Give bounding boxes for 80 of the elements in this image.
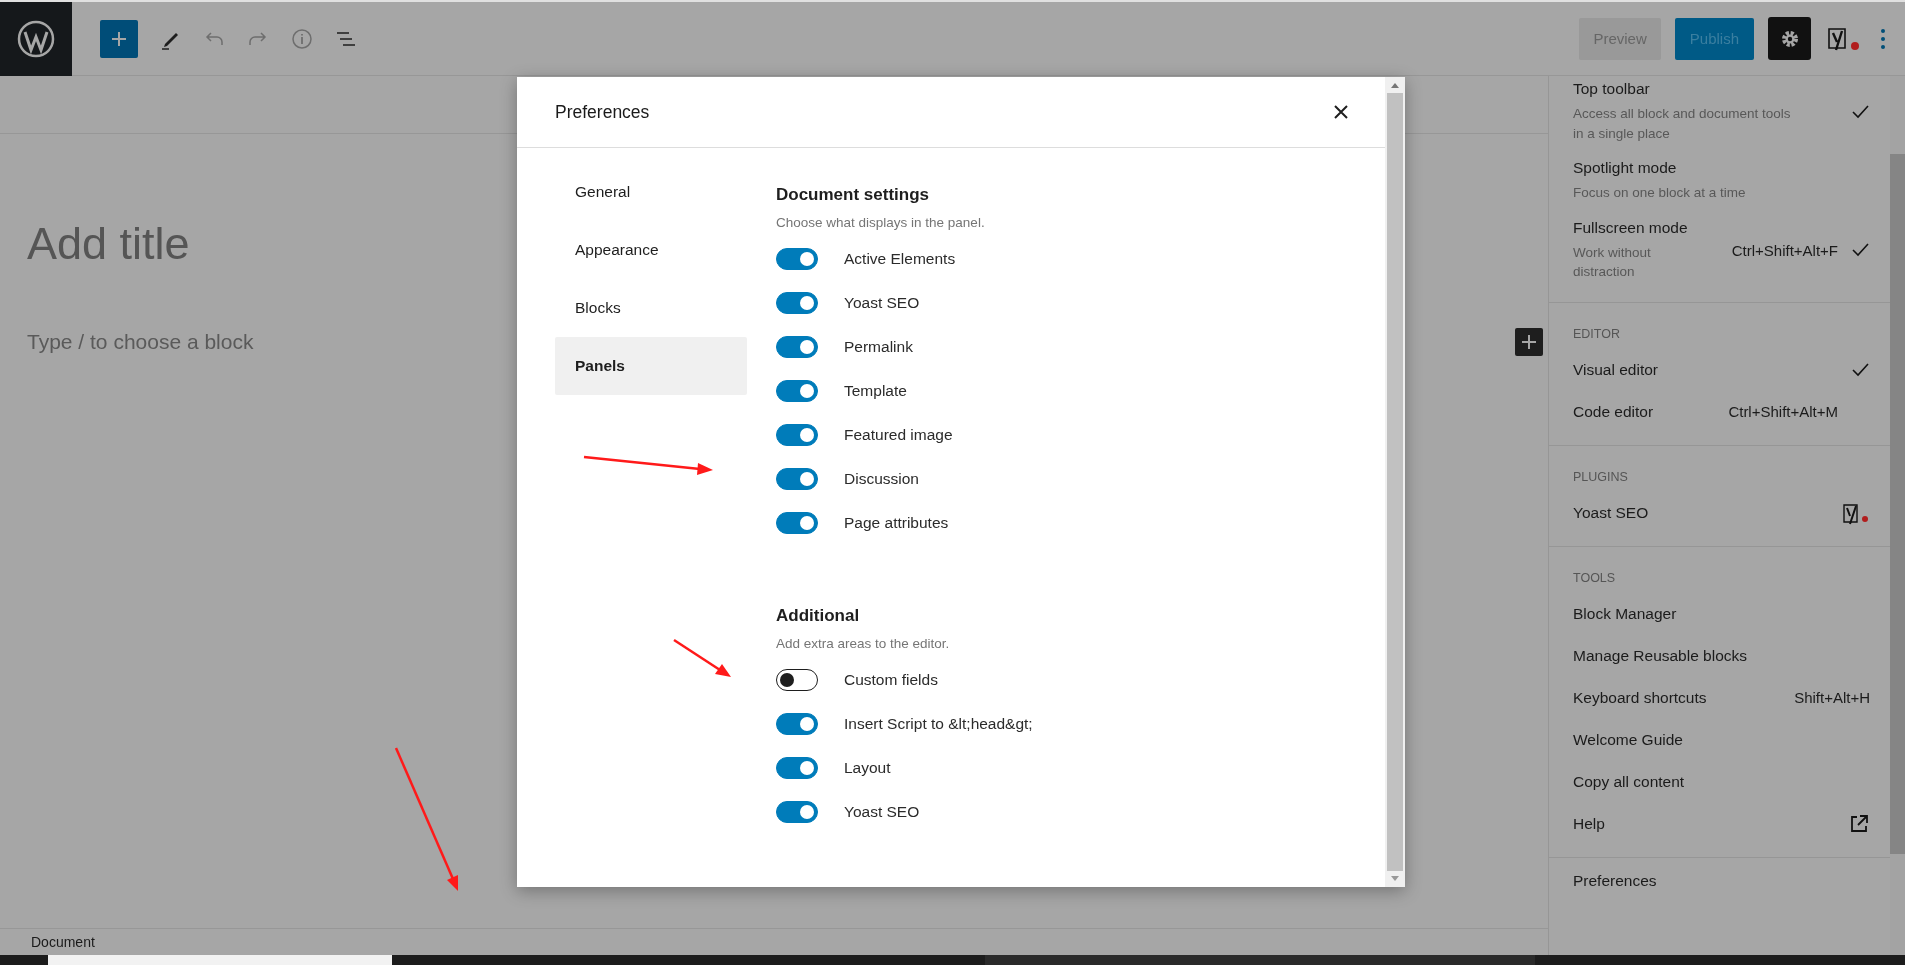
menu-item[interactable]: Block Manager bbox=[1549, 592, 1890, 635]
shortcut-text: Ctrl+Shift+Alt+M bbox=[1728, 403, 1838, 421]
menu-item-label: Preferences bbox=[1573, 871, 1658, 890]
toggle-switch[interactable] bbox=[776, 713, 818, 735]
menu-section-heading: PLUGINS bbox=[1572, 468, 1629, 486]
shortcut-text: Ctrl+Shift+Alt+F bbox=[1731, 241, 1838, 259]
option-label: Yoast SEO bbox=[844, 803, 920, 821]
menu-item[interactable]: Welcome Guide bbox=[1549, 718, 1890, 761]
menu-item-label: Visual editor bbox=[1573, 360, 1659, 379]
add-block-button[interactable] bbox=[100, 19, 138, 58]
plus-icon bbox=[110, 29, 128, 48]
option-label: Discussion bbox=[844, 470, 919, 488]
close-icon bbox=[1333, 104, 1349, 120]
breadcrumb[interactable]: Document bbox=[31, 934, 95, 950]
menu-section-heading: TOOLS bbox=[1572, 569, 1617, 587]
nav-tab[interactable]: Panels bbox=[555, 337, 747, 395]
option-label: Custom fields bbox=[844, 671, 938, 689]
plus-icon bbox=[1521, 334, 1537, 350]
scroll-down-icon[interactable] bbox=[1390, 875, 1400, 883]
section-description: Choose what displays in the panel. bbox=[776, 215, 986, 230]
menu-item-label: Help bbox=[1573, 814, 1606, 833]
section-title: Additional bbox=[776, 606, 861, 626]
menu-item-label: Top toolbar bbox=[1573, 80, 1651, 98]
scrollbar[interactable] bbox=[1385, 77, 1405, 887]
menu-item-label: Copy all content bbox=[1573, 772, 1686, 791]
menu-section-heading: EDITOR bbox=[1572, 325, 1621, 343]
option-label: Yoast SEO bbox=[844, 294, 920, 312]
menu-item-description: Focus on one block at a time bbox=[1573, 184, 1747, 203]
section-title: Document settings bbox=[776, 185, 931, 205]
toggle-switch[interactable] bbox=[776, 468, 818, 490]
menu-item-description: Access all block and document tools in a single place bbox=[1573, 105, 1792, 143]
nav-tab[interactable]: General bbox=[555, 163, 747, 221]
toggle-switch[interactable] bbox=[776, 669, 818, 691]
option-label: Permalink bbox=[844, 338, 913, 356]
option-label: Insert Script to &lt;head&gt; bbox=[844, 715, 1033, 733]
toggle-switch[interactable] bbox=[776, 424, 818, 446]
option-label: Featured image bbox=[844, 426, 953, 444]
external-link-icon bbox=[1848, 812, 1870, 835]
dialog-title: Preferences bbox=[555, 101, 650, 123]
option-label: Layout bbox=[844, 759, 891, 777]
settings-button[interactable] bbox=[1768, 17, 1811, 60]
option-label: Template bbox=[844, 382, 907, 400]
menu-item-label: Welcome Guide bbox=[1573, 730, 1684, 749]
logo-icon bbox=[16, 18, 56, 59]
scroll-up-icon[interactable] bbox=[1390, 81, 1400, 89]
menu-item[interactable]: Visual editor bbox=[1549, 348, 1890, 391]
nav-tab[interactable]: Blocks bbox=[555, 279, 747, 337]
menu-item[interactable]: Code editor Ctrl+Shift+Alt+M bbox=[1549, 390, 1890, 433]
menu-item[interactable]: Manage Reusable blocks bbox=[1549, 634, 1890, 677]
shortcut-text: Shift+Alt+H bbox=[1794, 689, 1870, 707]
menu-item[interactable]: Yoast SEO bbox=[1549, 491, 1890, 534]
wordpress-logo[interactable] bbox=[0, 1, 72, 76]
toggle-switch[interactable] bbox=[776, 512, 818, 534]
toggle-switch[interactable] bbox=[776, 336, 818, 358]
menu-item[interactable]: Top toolbar Access all block and document tools in a single place bbox=[1549, 72, 1890, 152]
menu-item[interactable]: Copy all content bbox=[1549, 760, 1890, 803]
option-label: Active Elements bbox=[844, 250, 956, 268]
menu-item[interactable]: Help bbox=[1549, 802, 1890, 845]
menu-item-label: Keyboard shortcuts bbox=[1573, 688, 1708, 707]
nav-tab[interactable]: Appearance bbox=[555, 221, 747, 279]
menu-item[interactable]: Spotlight mode Focus on one block at a time bbox=[1549, 151, 1890, 211]
menu-item-label: Yoast SEO bbox=[1573, 503, 1650, 522]
add-block-button[interactable] bbox=[1515, 328, 1543, 356]
menu-item[interactable]: Fullscreen mode Work without distraction Ctrl+Shift+Alt+F bbox=[1549, 210, 1890, 290]
annotation-arrow bbox=[673, 638, 731, 677]
option-label: Page attributes bbox=[844, 514, 949, 532]
menu-item[interactable]: Preferences bbox=[1549, 859, 1890, 902]
menu-item-label: Block Manager bbox=[1573, 604, 1678, 623]
menu-item[interactable]: Keyboard shortcuts Shift+Alt+H bbox=[1549, 676, 1890, 719]
toggle-switch[interactable] bbox=[776, 248, 818, 270]
menu-item-label: Manage Reusable blocks bbox=[1573, 646, 1749, 665]
toggle-switch[interactable] bbox=[776, 380, 818, 402]
toggle-switch[interactable] bbox=[776, 292, 818, 314]
menu-item-label: Spotlight mode bbox=[1573, 159, 1678, 178]
menu-item-description: Work without distraction bbox=[1573, 243, 1652, 282]
section-description: Add extra areas to the editor. bbox=[776, 636, 951, 651]
toggle-switch[interactable] bbox=[776, 757, 818, 779]
toggle-switch[interactable] bbox=[776, 801, 818, 823]
menu-item-label: Fullscreen mode bbox=[1573, 218, 1689, 237]
menu-item-label: Code editor bbox=[1573, 402, 1655, 421]
